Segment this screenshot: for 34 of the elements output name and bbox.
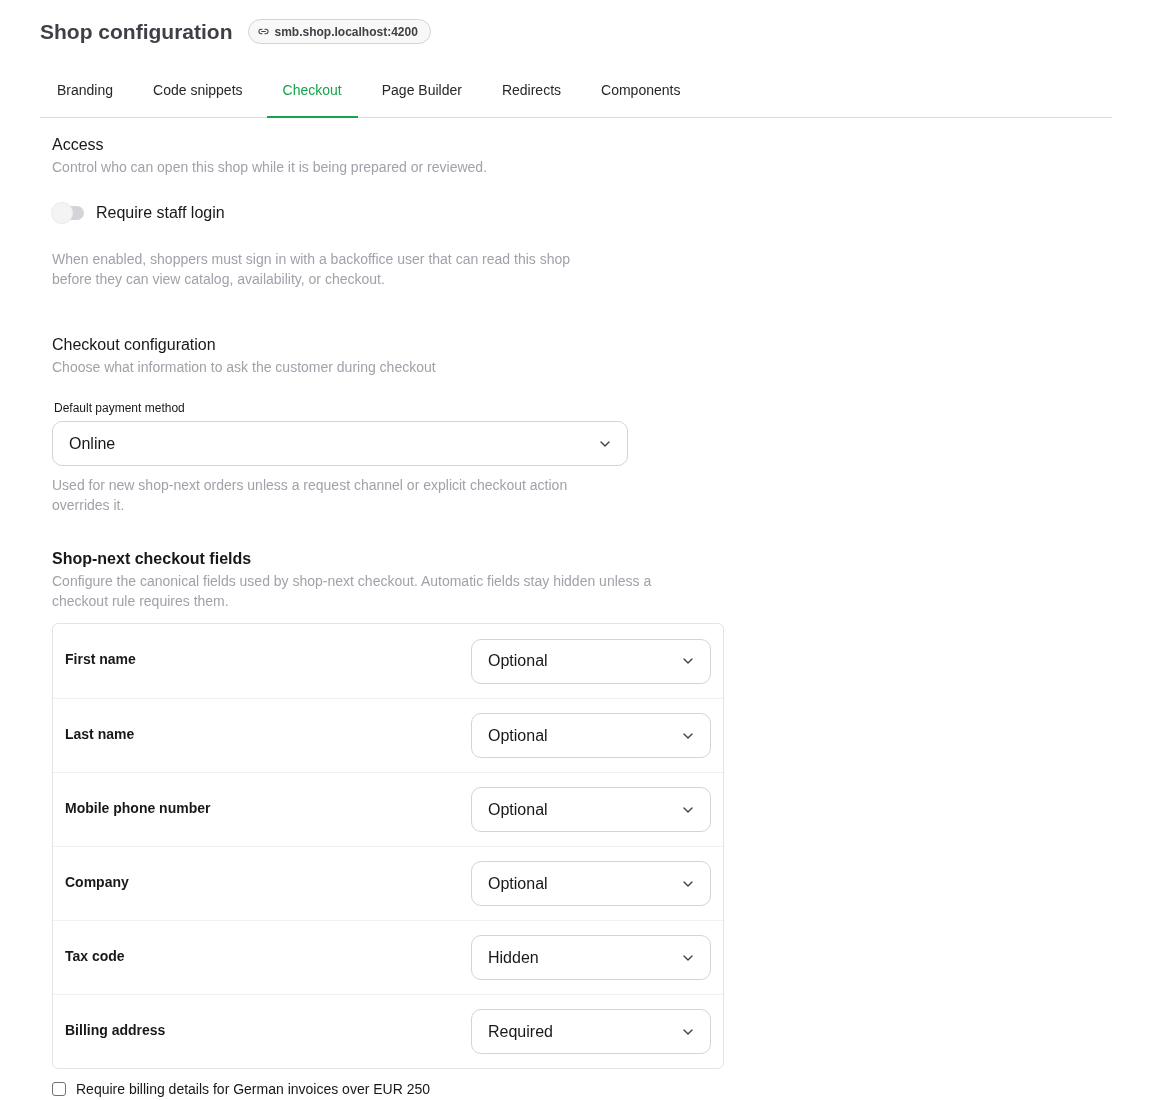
tab[interactable]: Redirects [485,62,578,118]
section-subtitle: Control who can open this shop while it is being prepared or reviewed. [52,158,488,177]
field-name: Last name [65,725,135,742]
field-name: Mobile phone number [65,799,211,816]
field-label: Default payment method [54,400,185,416]
help-text: When enabled, shoppers must sign in with a backoffice user that can read this shop before they can view catalog, availability, or checkout. [52,250,572,289]
requirement-select[interactable]: Optional [471,638,711,684]
requirement-select[interactable]: Hidden [471,935,711,980]
payment-method-select[interactable]: Online [52,421,628,466]
domain-link[interactable]: smb.shop.localhost:4200 [248,19,431,44]
toggle-switch[interactable] [52,203,84,223]
help-text: Used for new shop-next orders unless a request channel or explicit checkout action overrides it. [52,476,569,515]
checkbox[interactable] [52,1082,66,1096]
tab[interactable]: Branding [41,62,130,118]
requirement-select[interactable]: Optional [471,713,711,758]
tab[interactable]: Components [585,62,697,118]
tab[interactable]: Code snippets [137,62,259,118]
link-icon [258,26,270,37]
field-name: Tax code [65,947,125,964]
section-title: Shop-next checkout fields [52,549,252,569]
tab[interactable]: Page Builder [365,62,478,118]
section-title: Checkout configuration [52,335,216,355]
field-name: First name [65,651,136,667]
requirement-select[interactable]: Optional [471,787,711,832]
section-title: Access [52,135,104,155]
toggle-label: Require staff login [96,203,225,223]
checkbox-label: Require billing details for German invoices over EUR 250 [76,1080,431,1098]
section-subtitle: Choose what information to ask the customer during checkout [52,358,436,377]
section-description: Configure the canonical fields used by shop-next checkout. Automatic fields stay hidden unless a checkout rule requires them. [52,572,653,611]
field-name: Billing address [65,1021,166,1038]
field-name: Company [65,873,129,890]
requirement-select[interactable]: Optional [471,861,711,906]
requirement-select[interactable]: Required [471,1009,711,1054]
page-title: Shop configuration [40,19,233,44]
